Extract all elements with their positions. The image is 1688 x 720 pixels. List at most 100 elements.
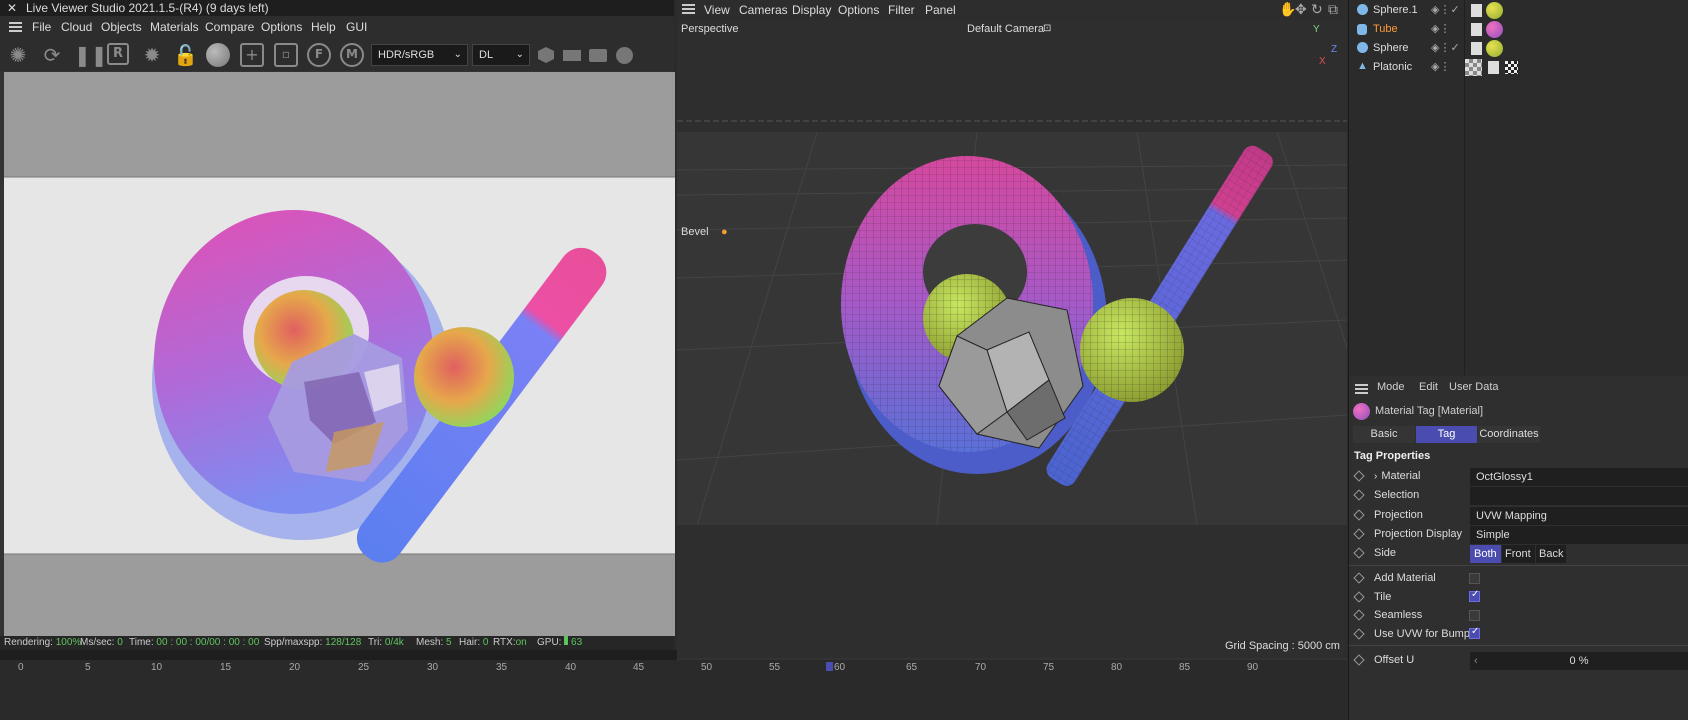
material-field[interactable]: OctGlossy1 [1470, 468, 1688, 486]
bevel-tool-icon[interactable]: ● [721, 226, 728, 238]
seamless-checkbox[interactable] [1469, 610, 1480, 621]
object-name[interactable]: Platonic [1373, 58, 1412, 77]
kernel-select[interactable]: DL ⌄ [472, 44, 530, 66]
object-row-platonic[interactable]: ▲ Platonic ◈⋮ [1349, 58, 1688, 77]
viewport-canvas[interactable]: Perspective Default Camera ⊡ Bevel ● Gri… [677, 20, 1347, 658]
hamburger-menu-icon[interactable] [682, 4, 695, 14]
timeline-playhead[interactable] [826, 662, 833, 671]
hexagon-icon[interactable] [538, 47, 554, 63]
menu-help[interactable]: Help [311, 20, 336, 34]
object-name[interactable]: Sphere [1373, 39, 1408, 58]
menu-compare[interactable]: Compare [205, 20, 254, 34]
keyframe-diamond-icon[interactable] [1353, 528, 1365, 540]
object-row-sphere1[interactable]: Sphere.1 ◈⋮✓ [1349, 1, 1688, 20]
rectangle-icon[interactable] [563, 50, 581, 61]
use-uvw-for-bump-checkbox[interactable] [1469, 626, 1480, 639]
tab-basic[interactable]: Basic [1353, 426, 1415, 443]
texture-tag-icon[interactable] [1465, 59, 1482, 76]
tab-tag[interactable]: Tag [1416, 426, 1477, 443]
side-back-button[interactable]: Back [1536, 545, 1566, 563]
menu-mode[interactable]: Mode [1377, 381, 1405, 393]
viewport-mode-label[interactable]: Perspective [681, 23, 738, 35]
keyframe-diamond-icon[interactable] [1353, 609, 1365, 621]
tile-checkbox[interactable] [1469, 589, 1480, 602]
menu-edit[interactable]: Edit [1419, 381, 1438, 393]
menu-options[interactable]: Options [261, 20, 302, 34]
object-row-sphere[interactable]: Sphere ◈⋮✓ [1349, 39, 1688, 58]
keyframe-diamond-icon[interactable] [1353, 628, 1365, 640]
camera-lock-icon[interactable]: ⊡ [1043, 23, 1051, 34]
sphere-icon[interactable] [206, 43, 230, 67]
menu-view[interactable]: View [704, 3, 730, 17]
pause-icon[interactable]: ❚❚ [74, 43, 108, 67]
square-object-icon[interactable]: ▫ [274, 43, 298, 67]
projection-display-select[interactable]: Simple [1470, 526, 1688, 544]
tag-icon[interactable] [1471, 42, 1482, 55]
keyframe-diamond-icon[interactable] [1353, 654, 1365, 666]
add-object-icon[interactable]: + [240, 43, 264, 67]
hamburger-menu-icon[interactable] [9, 22, 22, 32]
viewport-camera-label[interactable]: Default Camera [967, 23, 1044, 35]
menu-materials[interactable]: Materials [150, 20, 199, 34]
menu-options[interactable]: Options [838, 3, 879, 17]
object-row-tube[interactable]: Tube ◈⋮ [1349, 20, 1688, 39]
render-view[interactable] [4, 72, 675, 636]
projection-select[interactable]: UVW Mapping [1470, 507, 1688, 525]
circle-icon[interactable] [616, 47, 633, 64]
keyframe-diamond-icon[interactable] [1353, 547, 1365, 559]
menu-gui[interactable]: GUI [346, 20, 367, 34]
menu-filter[interactable]: Filter [888, 3, 915, 17]
tag-icon[interactable] [1471, 23, 1482, 36]
menu-file[interactable]: File [32, 20, 51, 34]
checker-tag-icon[interactable] [1505, 61, 1518, 74]
menu-display[interactable]: Display [792, 3, 831, 17]
menu-objects[interactable]: Objects [101, 20, 142, 34]
side-front-button[interactable]: Front [1502, 545, 1535, 563]
object-name[interactable]: Tube [1373, 20, 1398, 39]
lock-open-icon[interactable]: 🔓 [173, 43, 198, 67]
material-tag-icon[interactable] [1486, 40, 1503, 57]
keyframe-diamond-icon[interactable] [1353, 572, 1365, 584]
timeline-tick: 45 [633, 662, 645, 673]
rotate-icon[interactable]: ↻ [1311, 1, 1323, 18]
layer-icon[interactable]: ◈⋮ [1431, 20, 1450, 39]
menu-cloud[interactable]: Cloud [61, 20, 92, 34]
camera-icon[interactable] [589, 49, 607, 62]
layer-icon[interactable]: ◈⋮ [1431, 58, 1450, 77]
material-tag-icon[interactable] [1486, 21, 1503, 38]
tag-icon[interactable] [1471, 4, 1482, 17]
pan-hand-icon[interactable]: ✋ [1279, 1, 1296, 18]
tab-coordinates[interactable]: Coordinates [1478, 426, 1540, 443]
layer-icon[interactable]: ◈⋮✓ [1431, 1, 1460, 20]
chevron-left-icon[interactable]: ‹ [1474, 652, 1478, 670]
menu-user-data[interactable]: User Data [1449, 381, 1499, 393]
keyframe-diamond-icon[interactable] [1353, 591, 1365, 603]
menu-panel[interactable]: Panel [925, 3, 956, 17]
m-pin-icon[interactable]: M [340, 43, 364, 67]
material-tag-icon[interactable] [1486, 2, 1503, 19]
keyframe-diamond-icon[interactable] [1353, 489, 1365, 501]
helix-icon[interactable]: ✺ [6, 43, 30, 67]
menu-cameras[interactable]: Cameras [739, 3, 788, 17]
side-both-button[interactable]: Both [1470, 545, 1501, 563]
move-icon[interactable]: ✥ [1295, 1, 1307, 18]
f-pin-icon[interactable]: F [307, 43, 331, 67]
tag-icon[interactable] [1488, 61, 1499, 74]
chevron-right-icon[interactable]: › [1374, 471, 1377, 482]
offset-u-field[interactable]: ‹ 0 % [1470, 652, 1688, 670]
maximize-icon[interactable]: ⧉ [1328, 1, 1338, 18]
close-icon[interactable]: ✕ [7, 0, 17, 16]
timeline-ruler[interactable]: 0 5 10 15 20 25 30 35 40 45 50 55 60 65 … [0, 650, 1346, 720]
settings-gear-icon[interactable]: ✹ [140, 43, 164, 67]
region-icon[interactable]: R [107, 43, 129, 65]
color-space-select[interactable]: HDR/sRGB ⌄ [371, 44, 468, 66]
object-name[interactable]: Sphere.1 [1373, 1, 1418, 20]
keyframe-diamond-icon[interactable] [1353, 470, 1365, 482]
refresh-icon[interactable]: ⟳ [40, 43, 64, 67]
hamburger-menu-icon[interactable] [1355, 384, 1368, 394]
selection-field[interactable] [1470, 487, 1688, 505]
keyframe-diamond-icon[interactable] [1353, 509, 1365, 521]
layer-icon[interactable]: ◈⋮✓ [1431, 39, 1460, 58]
add-material-checkbox[interactable] [1469, 573, 1480, 584]
timeline-tick: 35 [496, 662, 508, 673]
